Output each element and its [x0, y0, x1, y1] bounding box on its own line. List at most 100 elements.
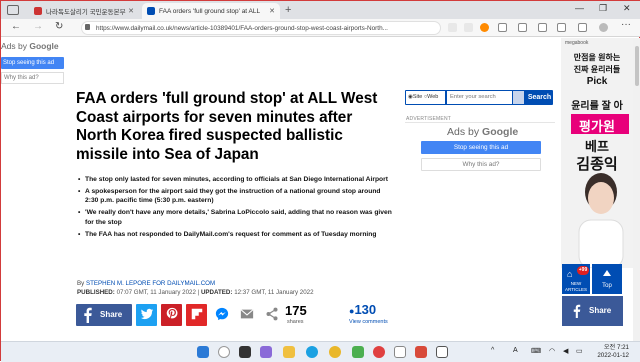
summary-bullet: The stop only lasted for seven minutes, …	[77, 175, 395, 185]
system-clock[interactable]: 오전 7:21 2022-01-12	[589, 344, 629, 360]
more-menu-icon[interactable]: ···	[621, 19, 631, 30]
ad-person-image	[578, 173, 624, 268]
extensions-puzzle-icon[interactable]	[578, 23, 587, 32]
share-icon	[266, 307, 278, 321]
new-tab-icon[interactable]: +	[285, 4, 291, 16]
new-articles-button[interactable]: +99 ⌂ NEW ARTICLES	[562, 264, 590, 294]
search-button[interactable]: Search	[526, 90, 553, 105]
ime-indicator[interactable]: A	[513, 347, 518, 354]
twitter-share-button[interactable]	[136, 304, 157, 326]
search-icon[interactable]	[218, 346, 230, 358]
search-icon[interactable]	[513, 91, 524, 104]
app-icon[interactable]	[373, 346, 385, 358]
back-icon[interactable]: ←	[11, 21, 21, 32]
edge-browser-icon[interactable]	[306, 346, 318, 358]
tray-chevron-icon[interactable]: ^	[491, 347, 494, 354]
address-bar[interactable]: https://www.dailymail.co.uk/news/article…	[81, 21, 441, 35]
windows-taskbar: ^ A ⌨ ◠ ◀ ▭ 오전 7:21 2022-01-12	[1, 341, 640, 362]
tab-korean-site[interactable]: 나라독도살리기 국민운동본부 ✕	[29, 3, 139, 19]
favorites-icon[interactable]	[538, 23, 547, 32]
stop-seeing-ad-button[interactable]: Stop seeing this ad	[1, 57, 64, 69]
ads-by-google-label: Ads by Google	[447, 126, 519, 138]
zoom-icon[interactable]	[464, 23, 473, 32]
minimize-icon[interactable]: —	[575, 3, 584, 13]
refresh-icon[interactable]: ↻	[55, 21, 63, 32]
tab-label: FAA orders 'full ground stop' at ALL	[159, 7, 261, 15]
messenger-share-button[interactable]	[211, 304, 232, 326]
app-icon[interactable]	[436, 346, 448, 358]
ad-text: Pick	[586, 76, 608, 87]
start-windows-icon[interactable]	[197, 346, 209, 358]
ads-by-google-label: Ads by Google	[1, 41, 59, 51]
lock-icon[interactable]	[85, 24, 90, 30]
facebook-icon	[84, 307, 92, 323]
pinterest-share-button[interactable]	[161, 304, 182, 326]
comment-count[interactable]: ●130	[349, 302, 376, 317]
keyboard-icon[interactable]: ⌨	[531, 347, 541, 355]
close-window-icon[interactable]: ✕	[623, 3, 631, 14]
pinterest-icon	[166, 307, 178, 319]
browser-toolbar: ← → ↻ https://www.dailymail.co.uk/news/a…	[1, 19, 640, 37]
extension-icon[interactable]	[480, 23, 489, 32]
read-aloud-icon[interactable]	[448, 23, 457, 32]
share-bar: Share 175 shares ●130 View comments	[76, 302, 406, 328]
facebook-share-button[interactable]: Share	[76, 304, 132, 326]
site-favicon-icon	[34, 7, 42, 15]
app-icon[interactable]	[415, 346, 427, 358]
ad-text: 평가원	[579, 119, 615, 134]
flipboard-icon	[191, 308, 203, 320]
byline: By STEPHEN M. LEPORE FOR DAILYMAIL.COM	[77, 280, 216, 287]
url-text: https://www.dailymail.co.uk/news/article…	[96, 25, 388, 32]
close-tab-icon[interactable]: ✕	[128, 7, 134, 15]
task-view-icon[interactable]	[239, 346, 251, 358]
widgets-icon[interactable]	[260, 346, 272, 358]
search-input[interactable]: Enter your search	[447, 91, 512, 104]
split-screen-icon[interactable]	[518, 23, 527, 32]
web-page: Ads by Google Stop seeing this ad Why th…	[1, 38, 640, 341]
skyscraper-ad[interactable]: megabook 만점을 원하는 진짜 윤리러들 Pick 윤리를 잘 아 평가…	[561, 38, 633, 268]
email-share-button[interactable]	[236, 304, 257, 326]
flipboard-share-button[interactable]	[186, 304, 207, 326]
messenger-icon	[215, 307, 229, 321]
article-headline: FAA orders 'full ground stop' at ALL Wes…	[76, 90, 378, 163]
tab-actions-icon[interactable]	[7, 5, 19, 15]
maximize-icon[interactable]: ❐	[599, 3, 607, 14]
share-count: 175	[285, 303, 307, 318]
stop-seeing-ad-button[interactable]: Stop seeing this ad	[421, 141, 541, 154]
back-to-top-button[interactable]: Top	[592, 264, 622, 294]
ad-divider	[405, 122, 555, 123]
twitter-icon	[140, 308, 154, 320]
wifi-icon[interactable]: ◠	[549, 347, 555, 355]
new-articles-badge: +99	[577, 266, 589, 275]
chrome-browser-icon[interactable]	[329, 346, 341, 358]
profile-avatar-icon[interactable]	[599, 23, 608, 32]
article-summary-list: The stop only lasted for seven minutes, …	[77, 175, 395, 242]
facebook-side-share-button[interactable]: Share	[562, 296, 623, 326]
app-icon[interactable]	[394, 346, 406, 358]
summary-bullet: A spokesperson for the airport said they…	[77, 187, 395, 206]
tab-label: 나라독도살리기 국민운동본부	[46, 9, 126, 16]
file-explorer-icon[interactable]	[283, 346, 295, 358]
volume-icon[interactable]: ◀	[563, 347, 568, 355]
why-this-ad-button[interactable]: Why this ad?	[421, 158, 541, 171]
scrollbar-thumb[interactable]	[635, 46, 639, 86]
dateline: PUBLISHED: 07:07 GMT, 11 January 2022 | …	[77, 289, 314, 296]
battery-icon[interactable]: ▭	[576, 347, 583, 355]
close-tab-icon[interactable]: ✕	[269, 7, 275, 15]
more-share-button[interactable]	[261, 304, 282, 326]
left-ad: Ads by Google Stop seeing this ad Why th…	[1, 38, 67, 133]
tab-dailymail[interactable]: FAA orders 'full ground stop' at ALL ✕	[142, 3, 280, 19]
collections-icon[interactable]	[557, 23, 566, 32]
author-link[interactable]: STEPHEN M. LEPORE FOR DAILYMAIL.COM	[86, 280, 215, 287]
window-frame: 나라독도살리기 국민운동본부 ✕ FAA orders 'full ground…	[0, 0, 640, 362]
site-search: ◉Site ○Web Enter your search Search	[405, 90, 553, 105]
app-icon[interactable]	[352, 346, 364, 358]
view-comments-link[interactable]: View comments	[349, 319, 388, 325]
tab-strip: 나라독도살리기 국민운동본부 ✕ FAA orders 'full ground…	[1, 1, 640, 19]
ad-text: 만점을 원하는	[573, 53, 621, 62]
home-icon: ⌂	[567, 269, 573, 279]
favorite-star-icon[interactable]	[498, 23, 507, 32]
forward-icon[interactable]: →	[33, 21, 43, 32]
search-scope-options: ◉Site ○Web	[406, 91, 445, 104]
why-this-ad-button[interactable]: Why this ad?	[1, 72, 64, 84]
